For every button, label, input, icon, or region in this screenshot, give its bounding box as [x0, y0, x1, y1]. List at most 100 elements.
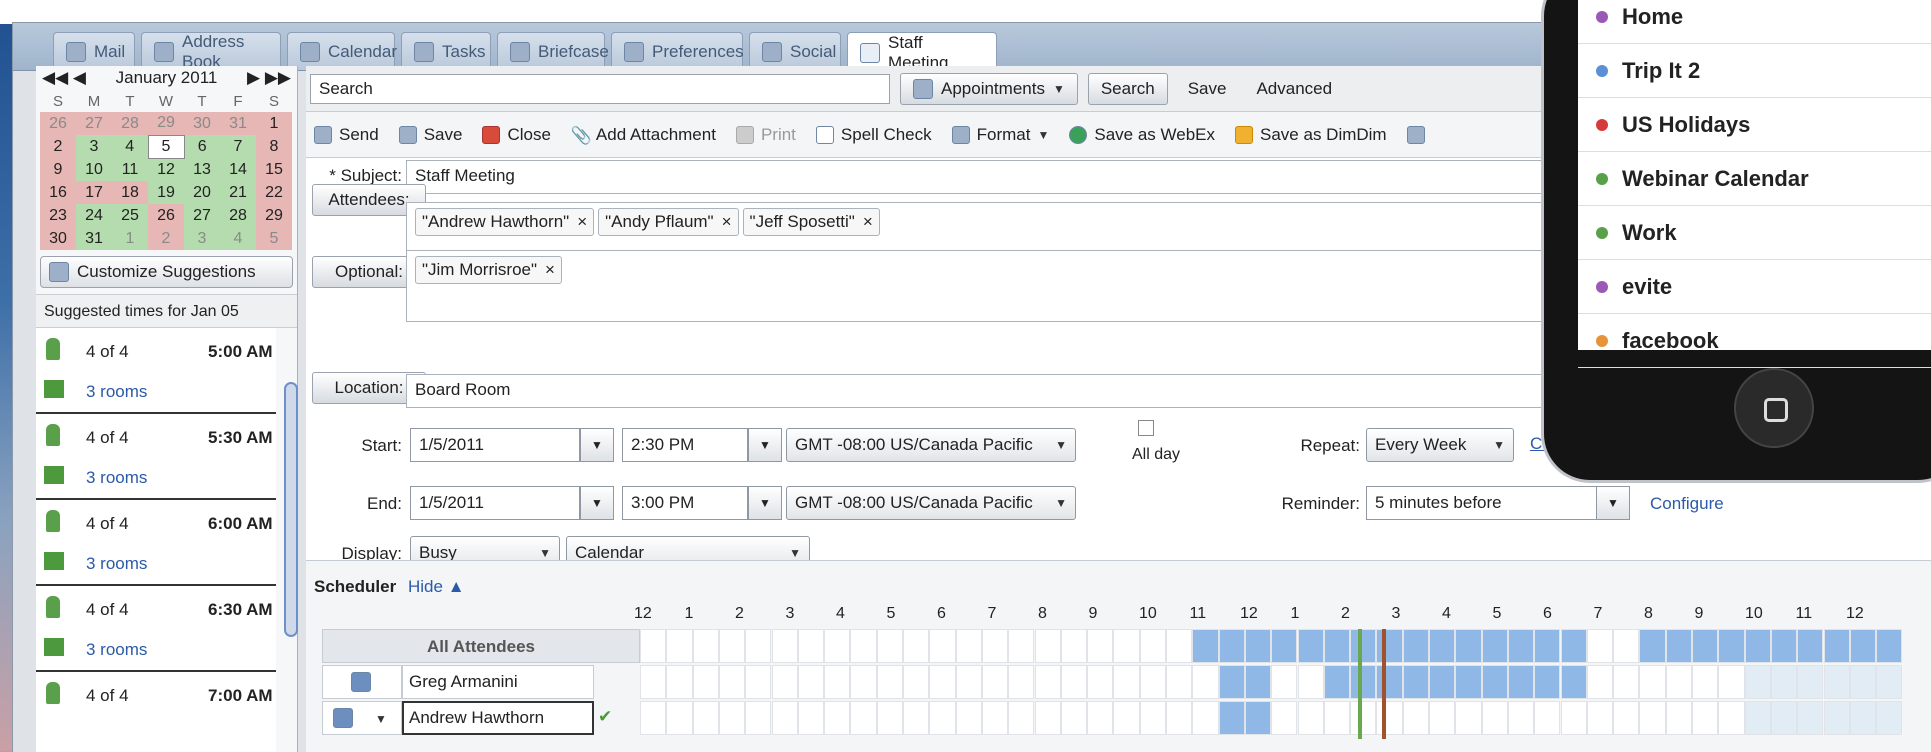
attendee-type-cell[interactable]: ▼ [322, 701, 402, 735]
mini-day[interactable]: 30 [40, 227, 76, 250]
mini-day-today[interactable]: 5 [147, 134, 185, 159]
save-button[interactable]: Save [398, 125, 462, 145]
save-as-webex-button[interactable]: Save as WebEx [1069, 125, 1215, 145]
mini-day[interactable]: 3 [184, 227, 220, 250]
mini-day[interactable]: 22 [256, 181, 292, 204]
end-timezone-select[interactable]: GMT -08:00 US/Canada Pacific ▼ [786, 486, 1076, 520]
repeat-select[interactable]: Every Week ▼ [1366, 428, 1514, 462]
end-date-picker-button[interactable]: ▼ [580, 486, 614, 520]
next-year-icon[interactable]: ▶ ▶▶ [247, 68, 291, 88]
slot-rooms-link[interactable]: 3 rooms [86, 554, 147, 574]
mini-day[interactable]: 11 [112, 158, 148, 181]
format-menu[interactable]: Format ▼ [951, 125, 1049, 145]
mini-day[interactable]: 26 [148, 204, 184, 227]
mini-day[interactable]: 19 [148, 181, 184, 204]
mini-day[interactable]: 17 [76, 181, 112, 204]
tab-calendar[interactable]: Calendar [287, 32, 397, 70]
tab-preferences[interactable]: Preferences [611, 32, 744, 70]
mini-day[interactable]: 31 [220, 112, 256, 135]
mini-day[interactable]: 20 [184, 181, 220, 204]
remove-icon[interactable]: × [722, 212, 732, 232]
scheduler-hide-link[interactable]: Hide ▲ [408, 577, 465, 597]
optional-attendees-field[interactable]: "Jim Morrisroe" × [406, 250, 1626, 322]
mini-day[interactable]: 3 [76, 135, 112, 158]
mini-day[interactable]: 5 [256, 227, 292, 250]
suggestion-slot[interactable]: 4 of 4 7:00 AM [36, 672, 276, 752]
mini-day[interactable]: 10 [76, 158, 112, 181]
end-time-input[interactable]: 3:00 PM [622, 486, 748, 520]
mini-day[interactable]: 27 [184, 204, 220, 227]
start-date-picker-button[interactable]: ▼ [580, 428, 614, 462]
advanced-search-button[interactable]: Advanced [1246, 79, 1342, 99]
suggestion-scrollbar[interactable] [284, 382, 298, 637]
customize-suggestions-button[interactable]: Customize Suggestions [40, 256, 293, 288]
mini-day[interactable]: 30 [184, 112, 220, 135]
suggestion-slot[interactable]: 4 of 4 6:30 AM 3 rooms [36, 586, 276, 672]
end-date-input[interactable]: 1/5/2011 [410, 486, 580, 520]
attendee-type-cell[interactable] [322, 665, 402, 699]
remove-icon[interactable]: × [863, 212, 873, 232]
reminder-select-button[interactable]: ▼ [1596, 486, 1630, 520]
send-button[interactable]: Send [314, 125, 379, 145]
slot-rooms-link[interactable]: 3 rooms [86, 640, 147, 660]
mini-day[interactable]: 6 [184, 135, 220, 158]
mini-day[interactable]: 29 [256, 204, 292, 227]
reminder-input[interactable]: 5 minutes before [1366, 486, 1602, 520]
calendar-list-item[interactable]: Webinar Calendar [1578, 152, 1931, 206]
mini-day[interactable]: 31 [76, 227, 112, 250]
mini-day[interactable]: 16 [40, 181, 76, 204]
calendar-list-item[interactable]: facebook [1578, 314, 1931, 368]
mini-day[interactable]: 25 [112, 204, 148, 227]
remove-icon[interactable]: × [577, 212, 587, 232]
calendar-list-item[interactable]: Trip It 2 [1578, 44, 1931, 98]
location-input[interactable]: Board Room [406, 374, 1626, 408]
all-day-checkbox[interactable] [1138, 420, 1154, 436]
mini-day[interactable]: 26 [40, 112, 76, 135]
configure-reminder-link[interactable]: Configure [1650, 494, 1724, 514]
suggestion-slot[interactable]: 4 of 4 5:30 AM 3 rooms [36, 414, 276, 500]
tab-social[interactable]: Social [749, 32, 841, 70]
mini-day[interactable]: 14 [220, 158, 256, 181]
calendar-list-item[interactable]: Work [1578, 206, 1931, 260]
suggestion-slot[interactable]: 4 of 4 6:00 AM 3 rooms [36, 500, 276, 586]
mini-day[interactable]: 4 [112, 135, 148, 158]
end-time-picker-button[interactable]: ▼ [748, 486, 782, 520]
mini-day[interactable]: 21 [220, 181, 256, 204]
mini-day[interactable]: 4 [220, 227, 256, 250]
slot-rooms-link[interactable]: 3 rooms [86, 468, 147, 488]
attendee-bubble[interactable]: "Jeff Sposetti" × [742, 208, 880, 236]
calendar-list-item[interactable]: evite [1578, 260, 1931, 314]
mini-day[interactable]: 1 [256, 112, 292, 135]
more-options-button[interactable] [1406, 125, 1425, 144]
home-button[interactable] [1734, 368, 1814, 448]
mini-day[interactable]: 1 [112, 227, 148, 250]
close-button[interactable]: Close [482, 125, 551, 145]
start-timezone-select[interactable]: GMT -08:00 US/Canada Pacific ▼ [786, 428, 1076, 462]
start-time-input[interactable]: 2:30 PM [622, 428, 748, 462]
mini-day[interactable]: 8 [256, 135, 292, 158]
tab-tasks[interactable]: Tasks [401, 32, 491, 70]
calendar-list-item[interactable]: US Holidays [1578, 98, 1931, 152]
search-button[interactable]: Search [1087, 72, 1168, 105]
remove-icon[interactable]: × [545, 260, 555, 280]
calendar-list-item[interactable]: Home [1578, 0, 1931, 44]
add-attachment-button[interactable]: 📎 Add Attachment [571, 125, 716, 145]
print-button[interactable]: Print [735, 125, 796, 145]
spell-check-button[interactable]: Spell Check [815, 125, 932, 145]
search-input[interactable]: Search [310, 73, 890, 104]
start-date-input[interactable]: 1/5/2011 [410, 428, 580, 462]
attendee-bubble[interactable]: "Andy Pflaum" × [598, 208, 739, 236]
mini-day[interactable]: 12 [148, 158, 184, 181]
attendee-name-input[interactable]: Andrew Hawthorn [402, 701, 594, 735]
mini-day[interactable]: 2 [40, 135, 76, 158]
tab-mail[interactable]: Mail [53, 32, 135, 70]
mini-day[interactable]: 29 [148, 112, 184, 135]
mini-day[interactable]: 13 [184, 158, 220, 181]
save-as-dimdim-button[interactable]: Save as DimDim [1235, 125, 1387, 145]
slot-rooms-link[interactable]: 3 rooms [86, 382, 147, 402]
save-search-button[interactable]: Save [1178, 79, 1237, 99]
mini-day[interactable]: 15 [256, 158, 292, 181]
subject-input[interactable]: Staff Meeting [406, 160, 1626, 194]
attendee-bubble[interactable]: "Jim Morrisroe" × [415, 256, 562, 284]
mini-day[interactable]: 9 [40, 158, 76, 181]
